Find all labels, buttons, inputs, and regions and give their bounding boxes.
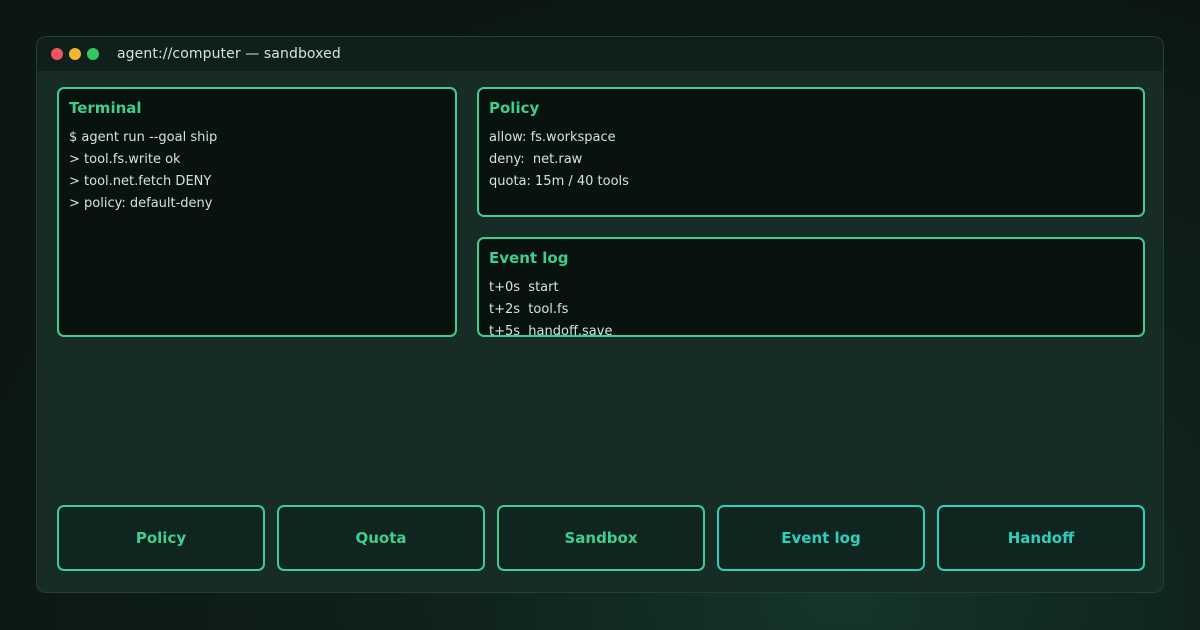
policy-rules: allow: fs.workspace deny: net.raw quota:… [489,127,629,193]
policy-panel: Policy allow: fs.workspace deny: net.raw… [477,87,1145,217]
policy-title: Policy [489,99,540,117]
policy-line: quota: 15m / 40 tools [489,174,629,189]
policy-line: allow: fs.workspace [489,130,616,145]
event-log-entries: t+0s start t+2s tool.fs t+5s handoff.sav… [489,277,613,337]
app-window: agent://computer — sandboxed Terminal $ … [36,36,1164,593]
event-log-title: Event log [489,249,569,267]
background: agent://computer — sandboxed Terminal $ … [0,0,1200,630]
sandbox-button[interactable]: Sandbox [497,505,705,571]
event-log-entry: t+2s tool.fs [489,302,569,317]
event-log-panel: Event log t+0s start t+2s tool.fs t+5s h… [477,237,1145,337]
title-bar: agent://computer — sandboxed [37,37,1163,71]
minimize-window-icon[interactable] [69,48,81,60]
quota-button[interactable]: Quota [277,505,485,571]
terminal-line: $ agent run --goal ship [69,130,218,145]
event-log-entry: t+5s handoff.save [489,324,613,337]
terminal-line: > tool.net.fetch DENY [69,174,212,189]
handoff-button[interactable]: Handoff [937,505,1145,571]
close-window-icon[interactable] [51,48,63,60]
policy-button[interactable]: Policy [57,505,265,571]
terminal-title: Terminal [69,99,142,117]
event-log-entry: t+0s start [489,280,559,295]
event-log-button[interactable]: Event log [717,505,925,571]
terminal-panel: Terminal $ agent run --goal ship > tool.… [57,87,457,337]
window-title: agent://computer — sandboxed [117,46,341,62]
terminal-output: $ agent run --goal ship > tool.fs.write … [69,127,217,215]
terminal-line: > policy: default-deny [69,196,213,211]
policy-line: deny: net.raw [489,152,583,167]
terminal-line: > tool.fs.write ok [69,152,181,167]
maximize-window-icon[interactable] [87,48,99,60]
